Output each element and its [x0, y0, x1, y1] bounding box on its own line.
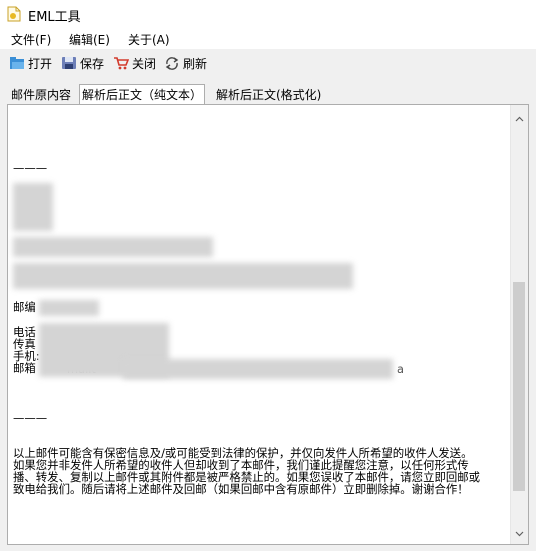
email-label: 邮箱: [13, 361, 36, 375]
folder-open-icon: [10, 57, 24, 69]
menu-bar: 文件(F) 编辑(E) 关于(A): [0, 29, 536, 49]
scrollbar-thumb[interactable]: [513, 282, 525, 491]
tab-strip: 邮件原内容 解析后正文（纯文本） 解析后正文(格式化): [0, 84, 536, 105]
menu-edit[interactable]: 编辑(E): [69, 31, 110, 48]
redacted-block: [13, 263, 353, 289]
separator-top: ———: [13, 161, 48, 175]
title-bar: EML工具: [0, 0, 536, 29]
scroll-up-icon[interactable]: [515, 115, 524, 124]
save-icon: [62, 57, 76, 69]
open-button[interactable]: 打开: [9, 54, 52, 72]
close-label: 关闭: [132, 56, 157, 71]
disclaimer-text: 以上邮件可能含有保密信息及/或可能受到法律的保护，并仅向发件人所希望的收件人发送…: [13, 446, 481, 496]
cart-close-icon: [114, 57, 129, 70]
separator-bottom: ———: [13, 411, 48, 425]
refresh-button[interactable]: 刷新: [164, 54, 207, 72]
scroll-down-icon[interactable]: [515, 529, 524, 538]
redacted-block: [13, 237, 213, 257]
refresh-icon: [165, 56, 179, 70]
close-button[interactable]: 关闭: [113, 54, 156, 72]
save-label: 保存: [80, 56, 105, 71]
tab-raw-content[interactable]: 邮件原内容: [9, 87, 73, 104]
app-icon: [7, 6, 21, 22]
tab-parsed-plain-text[interactable]: 解析后正文（纯文本）: [79, 84, 206, 105]
menu-file[interactable]: 文件(F): [11, 31, 51, 48]
redacted-block: [123, 359, 393, 379]
open-label: 打开: [28, 56, 53, 71]
save-button[interactable]: 保存: [61, 54, 104, 72]
email-trailer: a: [397, 362, 404, 376]
vertical-scrollbar[interactable]: [510, 105, 528, 544]
tab-parsed-formatted[interactable]: 解析后正文(格式化): [214, 87, 323, 104]
parsed-text-area[interactable]: ——— 邮编 电话 传真 手机: 邮箱 mailt a ——— 以上邮件可能含有…: [7, 104, 529, 545]
postcode-label: 邮编: [13, 300, 36, 314]
redacted-block: [39, 300, 99, 316]
redacted-block: [13, 183, 53, 231]
toolbar: 打开 保存 关闭 刷新: [0, 51, 536, 75]
menu-about[interactable]: 关于(A): [128, 31, 170, 48]
refresh-label: 刷新: [183, 56, 208, 71]
window-title: EML工具: [28, 10, 81, 25]
